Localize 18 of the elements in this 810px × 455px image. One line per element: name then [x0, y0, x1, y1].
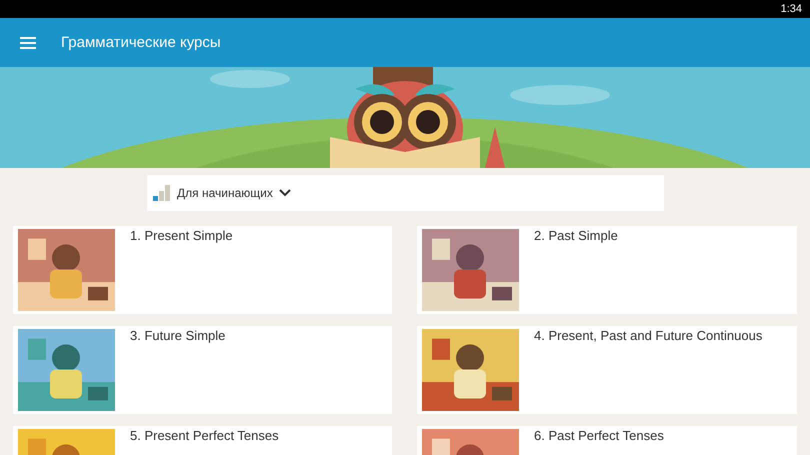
- course-title: 2. Past Simple: [534, 229, 618, 243]
- course-title: 6. Past Perfect Tenses: [534, 429, 664, 443]
- course-title: 5. Present Perfect Tenses: [130, 429, 279, 443]
- app-title: Грамматические курсы: [61, 34, 221, 51]
- course-card[interactable]: 4. Present, Past and Future Continuous: [417, 326, 797, 414]
- course-card[interactable]: 5. Present Perfect Tenses: [13, 426, 392, 455]
- level-dropdown[interactable]: Для начинающих: [147, 175, 664, 211]
- course-card[interactable]: 6. Past Perfect Tenses: [417, 426, 797, 455]
- level-bars-icon: [153, 185, 171, 201]
- course-card[interactable]: 1. Present Simple: [13, 226, 392, 314]
- menu-icon[interactable]: [20, 36, 36, 48]
- chevron-down-icon: [278, 189, 291, 197]
- course-title: 4. Present, Past and Future Continuous: [534, 329, 762, 343]
- course-title: 1. Present Simple: [130, 229, 233, 243]
- course-title: 3. Future Simple: [130, 329, 226, 343]
- course-card[interactable]: 2. Past Simple: [417, 226, 797, 314]
- course-card[interactable]: 3. Future Simple: [13, 326, 392, 414]
- status-time: 1:34: [780, 3, 802, 15]
